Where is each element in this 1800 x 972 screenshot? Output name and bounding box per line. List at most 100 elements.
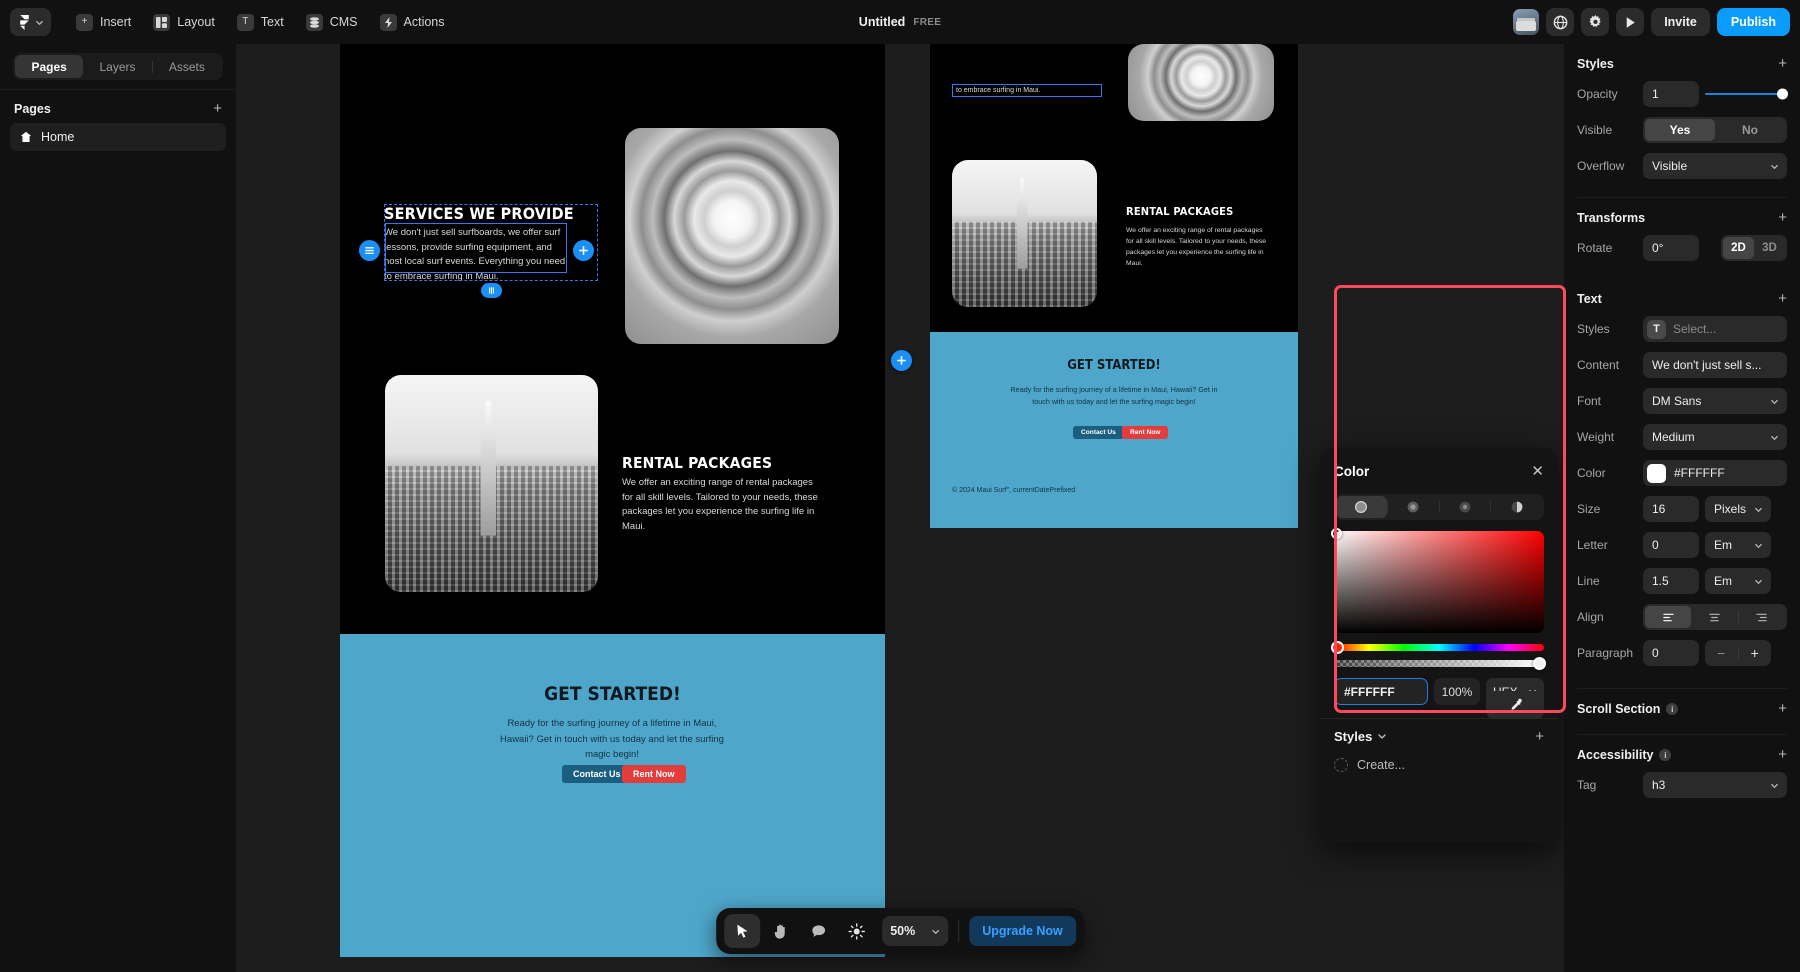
line-height-unit-select[interactable]: Em [1705, 568, 1771, 594]
tab-assets[interactable]: Assets [153, 55, 221, 78]
text-color-picker[interactable]: #FFFFFF [1643, 460, 1787, 486]
secondary-city-image[interactable] [952, 160, 1097, 307]
settings-button[interactable] [1581, 8, 1609, 36]
alpha-slider[interactable] [1334, 660, 1544, 667]
dimension-2d[interactable]: 2D [1723, 237, 1754, 259]
secondary-get-started-band[interactable]: GET STARTED! Ready for the surfing journ… [930, 332, 1298, 528]
upgrade-now-button[interactable]: Upgrade Now [969, 916, 1076, 946]
align-right-icon[interactable] [1739, 606, 1785, 628]
opacity-slider-knob[interactable] [1777, 89, 1788, 100]
secondary-rental-heading[interactable]: RENTAL PACKAGES [1126, 205, 1233, 218]
add-page-button[interactable]: + [213, 101, 222, 116]
opacity-input[interactable]: 1 [1643, 81, 1699, 107]
font-family-select[interactable]: DM Sans [1643, 388, 1787, 414]
hue-slider-knob[interactable] [1331, 641, 1344, 654]
sidebar-item-home[interactable]: Home [10, 123, 226, 151]
hue-slider[interactable] [1334, 644, 1544, 651]
secondary-get-started-heading[interactable]: GET STARTED! [930, 358, 1298, 373]
tab-layers[interactable]: Layers [83, 55, 151, 78]
list-menu-handle[interactable] [359, 240, 380, 261]
secondary-rent-now-button[interactable]: Rent Now [1122, 426, 1168, 439]
publish-button[interactable]: Publish [1717, 8, 1790, 36]
font-size-unit-select[interactable]: Pixels [1705, 496, 1771, 522]
opacity-slider[interactable] [1705, 81, 1787, 107]
align-center-icon[interactable] [1691, 606, 1737, 628]
line-height-input[interactable]: 1.5 [1643, 568, 1699, 594]
framer-logo-button[interactable] [10, 8, 51, 36]
letter-spacing-unit-select[interactable]: Em [1705, 532, 1771, 558]
color-swatch[interactable] [1647, 464, 1666, 483]
tool-cursor[interactable] [724, 914, 760, 948]
color-mode-conic[interactable] [1491, 496, 1542, 518]
rental-packages-heading[interactable]: RENTAL PACKAGES [622, 454, 852, 472]
menu-text[interactable]: T Text [228, 8, 293, 36]
hex-input[interactable]: #FFFFFF [1334, 678, 1428, 705]
color-saturation-field[interactable] [1334, 531, 1544, 633]
visible-no[interactable]: No [1715, 119, 1785, 141]
secondary-lens-image[interactable] [1128, 44, 1274, 121]
design-canvas[interactable]: SERVICES WE PROVIDE We don't just sell s… [236, 44, 1564, 972]
menu-layout[interactable]: Layout [144, 8, 224, 36]
font-size-input[interactable]: 16 [1643, 496, 1699, 522]
add-element-handle-right[interactable] [573, 240, 594, 261]
services-heading[interactable]: SERVICES WE PROVIDE [384, 204, 614, 223]
add-style-button[interactable]: + [1778, 56, 1787, 71]
info-icon[interactable]: i [1659, 749, 1671, 761]
stack-spacing-handle[interactable] [481, 283, 502, 298]
alpha-slider-knob[interactable] [1533, 657, 1546, 670]
secondary-rental-body[interactable]: We offer an exciting range of rental pac… [1126, 226, 1271, 270]
tag-select[interactable]: h3 [1643, 772, 1787, 798]
add-text-style-button[interactable]: + [1778, 291, 1787, 306]
add-transform-button[interactable]: + [1778, 210, 1787, 225]
opacity-input[interactable]: 100% [1434, 678, 1480, 705]
create-color-style-row[interactable]: Create... [1334, 758, 1544, 772]
saturation-knob[interactable] [1331, 528, 1342, 539]
secondary-contact-us-button[interactable]: Contact Us [1073, 426, 1124, 439]
canvas-frame-secondary[interactable]: to embrace surfing in Maui. RENTAL PACKA… [930, 44, 1298, 489]
surfboard-lens-image[interactable] [625, 128, 839, 344]
tool-hand[interactable] [762, 914, 798, 948]
color-styles-toggle[interactable]: Styles [1334, 729, 1387, 744]
globe-button[interactable] [1546, 8, 1574, 36]
color-mode-linear[interactable] [1388, 496, 1439, 518]
paragraph-spacing-input[interactable]: 0 [1643, 640, 1699, 666]
preview-button[interactable] [1616, 8, 1644, 36]
paragraph-increment-button[interactable]: + [1739, 645, 1772, 661]
align-left-icon[interactable] [1645, 606, 1691, 628]
zoom-level-select[interactable]: 50% [882, 916, 948, 946]
invite-button[interactable]: Invite [1651, 8, 1710, 36]
rental-packages-body[interactable]: We offer an exciting range of rental pac… [622, 476, 820, 535]
eyedropper-button[interactable] [1486, 691, 1544, 719]
letter-spacing-input[interactable]: 0 [1643, 532, 1699, 558]
add-section-handle[interactable] [891, 350, 912, 371]
menu-cms[interactable]: CMS [297, 8, 367, 36]
close-icon[interactable]: ✕ [1531, 464, 1544, 479]
secondary-get-started-body[interactable]: Ready for the surfing journey of a lifet… [1010, 384, 1218, 408]
text-style-select[interactable]: T Select... [1643, 316, 1787, 342]
secondary-top-text[interactable]: to embrace surfing in Maui. [952, 84, 1102, 97]
font-weight-select[interactable]: Medium [1643, 424, 1787, 450]
paragraph-decrement-button[interactable]: − [1705, 645, 1738, 661]
tab-pages[interactable]: Pages [15, 55, 83, 78]
tool-comment[interactable] [800, 914, 836, 948]
add-accessibility-button[interactable]: + [1778, 747, 1787, 762]
text-content-input[interactable]: We don't just sell s... [1643, 352, 1787, 378]
get-started-body[interactable]: Ready for the surfing journey of a lifet… [492, 716, 732, 763]
overflow-select[interactable]: Visible [1643, 153, 1787, 179]
dimension-3d[interactable]: 3D [1754, 237, 1785, 259]
get-started-heading[interactable]: GET STARTED! [340, 683, 885, 705]
rotate-input[interactable]: 0° [1643, 235, 1699, 261]
rent-now-button[interactable]: Rent Now [622, 765, 686, 783]
color-mode-solid[interactable] [1336, 496, 1387, 518]
avatar[interactable] [1513, 9, 1539, 35]
city-skyline-image[interactable] [385, 375, 598, 592]
info-icon[interactable]: i [1666, 703, 1678, 715]
tool-brightness[interactable] [838, 914, 874, 948]
add-scroll-section-button[interactable]: + [1778, 701, 1787, 716]
add-color-style-button[interactable]: + [1535, 729, 1544, 744]
canvas-frame-primary[interactable]: SERVICES WE PROVIDE We don't just sell s… [340, 44, 885, 957]
color-picker-popover[interactable]: Color ✕ [1320, 448, 1558, 843]
visible-yes[interactable]: Yes [1645, 119, 1715, 141]
menu-insert[interactable]: + Insert [67, 8, 140, 36]
color-mode-radial[interactable] [1440, 496, 1491, 518]
